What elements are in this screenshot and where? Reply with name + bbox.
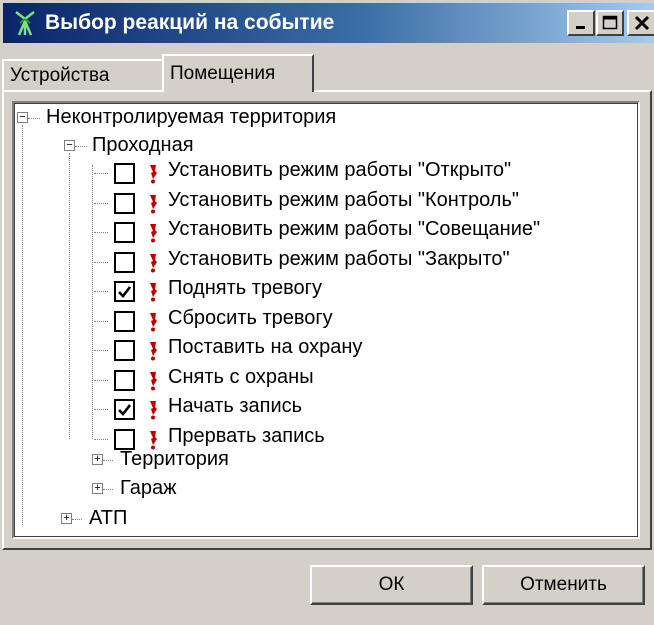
window-title: Выбор реакций на событие xyxy=(45,11,335,34)
minimize-icon xyxy=(576,26,585,29)
collapse-toggle-root[interactable]: − xyxy=(17,112,28,123)
tree-item-atp[interactable]: АТП xyxy=(89,507,127,530)
reaction-icon xyxy=(147,371,159,391)
tree-item-territory[interactable]: Территория xyxy=(120,448,229,471)
reaction-label[interactable]: Установить режим работы "Совещание" xyxy=(168,218,540,241)
reaction-label[interactable]: Прервать запись xyxy=(168,425,325,448)
reaction-label[interactable]: Снять с охраны xyxy=(168,366,314,389)
tree-line xyxy=(22,125,23,525)
title-bar[interactable]: Выбор реакций на событие xyxy=(3,3,654,43)
reaction-checkbox[interactable] xyxy=(114,429,135,450)
reaction-label[interactable]: Поднять тревогу xyxy=(168,277,322,300)
reaction-label[interactable]: Установить режим работы "Закрыто" xyxy=(168,248,510,271)
reaction-checkbox[interactable] xyxy=(114,222,135,243)
tree-item-room[interactable]: Проходная xyxy=(92,134,194,157)
reaction-label[interactable]: Установить режим работы "Открыто" xyxy=(168,159,511,182)
tab-devices[interactable]: Устройства xyxy=(2,59,164,91)
tab-rooms[interactable]: Помещения xyxy=(162,54,314,92)
reaction-checkbox[interactable] xyxy=(114,399,135,420)
reaction-checkbox[interactable] xyxy=(114,340,135,361)
reaction-icon xyxy=(147,341,159,361)
reaction-icon xyxy=(147,223,159,243)
reaction-label[interactable]: Сбросить тревогу xyxy=(168,307,333,330)
reaction-checkbox[interactable] xyxy=(114,193,135,214)
reaction-checkbox[interactable] xyxy=(114,311,135,332)
reaction-icon xyxy=(147,312,159,332)
tree-line xyxy=(92,165,93,439)
minimize-button[interactable] xyxy=(567,10,595,36)
collapse-toggle-room[interactable]: − xyxy=(64,140,75,151)
checkmark-icon xyxy=(118,285,132,298)
reaction-tree[interactable]: − Неконтролируемая территория − Проходна… xyxy=(12,101,640,539)
app-antenna-icon xyxy=(15,11,35,36)
expand-toggle-garage[interactable]: + xyxy=(92,483,103,494)
reaction-icon xyxy=(147,282,159,302)
reaction-icon xyxy=(147,430,159,450)
reaction-icon xyxy=(147,253,159,273)
maximize-icon xyxy=(602,15,618,30)
reaction-icon xyxy=(147,400,159,420)
reaction-checkbox[interactable] xyxy=(114,281,135,302)
reaction-selection-dialog: Выбор реакций на событие Устройства Поме… xyxy=(0,0,654,625)
reaction-label[interactable]: Установить режим работы "Контроль" xyxy=(168,189,519,212)
maximize-button[interactable] xyxy=(596,10,624,36)
reaction-icon xyxy=(147,194,159,214)
tree-item-root[interactable]: Неконтролируемая территория xyxy=(46,106,336,129)
reaction-label[interactable]: Начать запись xyxy=(168,395,302,418)
reaction-checkbox[interactable] xyxy=(114,163,135,184)
reaction-icon xyxy=(147,164,159,184)
tree-line xyxy=(69,153,70,439)
cancel-button[interactable]: Отменить xyxy=(482,565,645,605)
reaction-label[interactable]: Поставить на охрану xyxy=(168,336,362,359)
tree-item-garage[interactable]: Гараж xyxy=(120,477,176,500)
reaction-checkbox[interactable] xyxy=(114,370,135,391)
checkmark-icon xyxy=(118,403,132,416)
expand-toggle-territory[interactable]: + xyxy=(92,454,103,465)
reaction-checkbox[interactable] xyxy=(114,252,135,273)
close-icon xyxy=(634,15,650,31)
ok-button[interactable]: ОК xyxy=(310,565,473,605)
expand-toggle-atp[interactable]: + xyxy=(61,513,72,524)
close-button[interactable] xyxy=(627,10,654,36)
